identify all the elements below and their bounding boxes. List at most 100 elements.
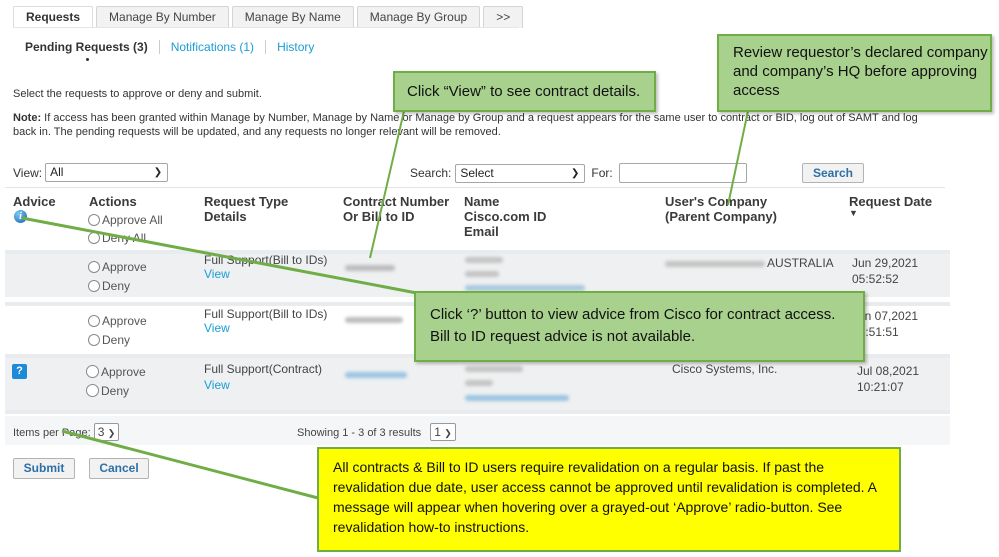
deny-radio[interactable] xyxy=(86,384,99,397)
header-name-line3: Email xyxy=(464,224,499,239)
deny-option[interactable]: Deny xyxy=(86,383,129,399)
note-body: If access has been granted within Manage… xyxy=(13,112,918,138)
header-company-line2: (Parent Company) xyxy=(665,209,777,224)
tabs-divider xyxy=(13,27,518,28)
request-date: Jun 29,2021 xyxy=(852,256,919,270)
view-label: View: xyxy=(13,165,43,180)
tab-manage-by-group[interactable]: Manage By Group xyxy=(356,6,481,28)
request-type: Full Support(Bill to IDs) xyxy=(204,307,328,321)
sub-navigation: Pending Requests (3) Notifications (1) H… xyxy=(25,40,314,61)
company-cell: AUSTRALIA xyxy=(665,255,834,271)
view-select[interactable]: All ❯ xyxy=(45,163,169,182)
request-type: Full Support(Bill to IDs) xyxy=(204,253,328,267)
contract-number-redacted[interactable] xyxy=(345,366,407,382)
view-link[interactable]: View xyxy=(204,321,327,335)
subnav-divider xyxy=(265,40,267,54)
page-select[interactable]: 1 ❯ xyxy=(430,423,456,441)
subnav-history[interactable]: History xyxy=(277,40,314,54)
company-cell: Cisco Systems, Inc. xyxy=(672,362,778,376)
header-request-type: Request Type Details xyxy=(204,194,288,224)
deny-option[interactable]: Deny xyxy=(88,278,130,294)
cancel-button[interactable]: Cancel xyxy=(89,458,149,479)
items-per-page: Items per Page: 3 ❯ xyxy=(13,423,120,441)
sort-desc-icon: ▼ xyxy=(849,208,858,218)
tab-requests[interactable]: Requests xyxy=(13,6,94,28)
advice-help-button[interactable]: ? xyxy=(12,364,27,379)
header-request-type-line1: Request Type xyxy=(204,194,289,209)
deny-all-radio[interactable] xyxy=(88,232,100,244)
chevron-down-icon: ❯ xyxy=(570,167,580,179)
callout-revalidation: All contracts & Bill to ID users require… xyxy=(317,447,901,552)
view-filter: View: All ❯ xyxy=(13,163,169,182)
note-label: Note: xyxy=(13,112,42,124)
deny-option[interactable]: Deny xyxy=(88,332,130,348)
deny-all[interactable]: Deny All xyxy=(88,230,146,246)
view-select-value: All xyxy=(50,165,64,179)
approve-radio[interactable] xyxy=(88,261,100,273)
header-contract-line1: Contract Number xyxy=(343,194,450,209)
callout-advice-line1: Click ‘?’ button to view advice from Cis… xyxy=(430,306,836,323)
approve-radio[interactable] xyxy=(86,365,99,378)
callout-review-company: Review requestor’s declared company and … xyxy=(717,34,992,112)
header-request-type-line2: Details xyxy=(204,209,247,224)
row-divider xyxy=(5,410,950,414)
request-type-cell: Full Support(Bill to IDs) View xyxy=(204,307,327,335)
header-contract-line2: Or Bill to ID xyxy=(343,209,415,224)
view-link[interactable]: View xyxy=(204,377,322,393)
header-advice: Advice xyxy=(13,194,56,209)
instructions-text: Select the requests to approve or deny a… xyxy=(13,88,262,100)
header-actions: Actions xyxy=(89,194,137,209)
request-date: Jul 08,2021 xyxy=(857,364,920,378)
header-request-date[interactable]: Request Date ▼ xyxy=(849,194,932,218)
pagination-bar xyxy=(5,416,950,445)
info-icon[interactable]: i xyxy=(14,210,27,223)
request-time: 10:21:07 xyxy=(857,380,904,394)
deny-radio[interactable] xyxy=(88,280,100,292)
search-input[interactable] xyxy=(618,163,747,183)
request-date-cell: Jun 29,2021 05:52:52 xyxy=(852,255,918,287)
tab-more[interactable]: >> xyxy=(483,6,524,28)
view-link[interactable]: View xyxy=(204,267,327,281)
header-name: Name Cisco.com ID Email xyxy=(464,194,546,239)
request-type-cell: Full Support(Bill to IDs) View xyxy=(204,253,327,281)
header-contract-number: Contract Number Or Bill to ID xyxy=(343,194,449,224)
results-summary: Showing 1 - 3 of 3 results 1 ❯ xyxy=(297,423,456,441)
tab-bar: Requests Manage By Number Manage By Name… xyxy=(13,6,526,28)
submit-button[interactable]: Submit xyxy=(13,458,75,479)
search-label: Search: xyxy=(410,166,452,180)
subnav-pending-requests[interactable]: Pending Requests (3) xyxy=(25,40,148,61)
approve-option[interactable]: Approve xyxy=(88,259,147,275)
approve-option[interactable]: Approve xyxy=(88,313,147,329)
search-button[interactable]: Search xyxy=(802,163,864,183)
request-date-cell: Jul 08,2021 10:21:07 xyxy=(857,363,919,395)
search-filter: Search: Select ❯ For: xyxy=(410,163,747,183)
approve-radio[interactable] xyxy=(88,315,100,327)
showing-text: Showing 1 - 3 of 3 results xyxy=(297,427,422,439)
deny-all-label: Deny All xyxy=(102,231,147,245)
approve-all[interactable]: Approve All xyxy=(88,212,163,228)
request-type-cell: Full Support(Contract) View xyxy=(204,361,322,393)
deny-label: Deny xyxy=(102,279,131,293)
search-field-select[interactable]: Select ❯ xyxy=(455,163,586,183)
approve-label: Approve xyxy=(101,365,146,379)
items-per-page-label: Items per Page: xyxy=(13,427,91,439)
subnav-notifications[interactable]: Notifications (1) xyxy=(171,40,254,54)
deny-label: Deny xyxy=(101,384,130,398)
subnav-divider xyxy=(158,40,160,54)
header-users-company: User's Company (Parent Company) xyxy=(665,194,777,224)
deny-radio[interactable] xyxy=(88,334,100,346)
items-per-page-select[interactable]: 3 ❯ xyxy=(93,423,120,441)
callout-advice-line2: Bill to ID request advice is not availab… xyxy=(430,328,696,345)
header-name-line1: Name xyxy=(464,194,500,209)
approve-option[interactable]: Approve xyxy=(86,364,146,380)
tab-manage-by-number[interactable]: Manage By Number xyxy=(96,6,229,28)
items-per-page-value: 3 xyxy=(97,425,105,439)
user-name-redacted xyxy=(465,257,585,291)
chevron-down-icon: ❯ xyxy=(107,428,116,438)
tab-manage-by-name[interactable]: Manage By Name xyxy=(231,6,354,28)
approve-all-radio[interactable] xyxy=(88,214,100,226)
table-top-divider xyxy=(5,187,945,188)
chevron-down-icon: ❯ xyxy=(444,428,452,438)
user-name-redacted xyxy=(465,366,569,401)
approve-all-label: Approve All xyxy=(102,213,163,227)
